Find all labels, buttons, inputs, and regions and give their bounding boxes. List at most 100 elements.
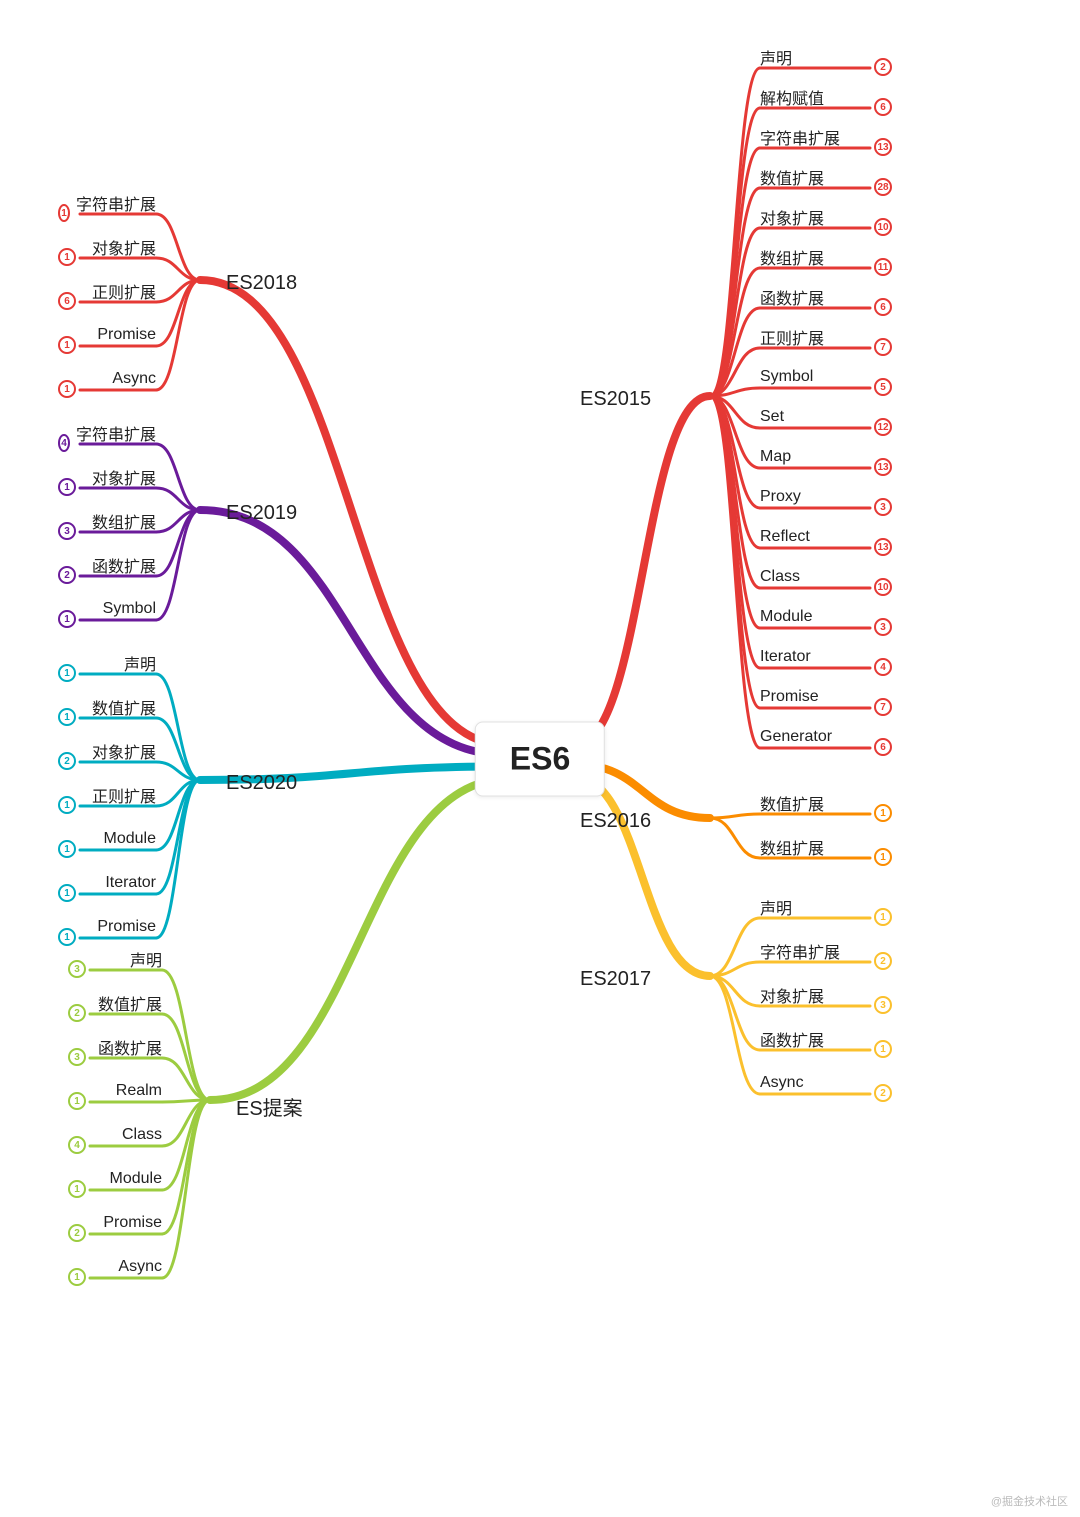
leaf-esproposal-5[interactable]: Module1: [68, 1169, 162, 1189]
leaf-label: 正则扩展: [92, 279, 156, 303]
leaf-es2015-6[interactable]: 函数扩展6: [760, 287, 892, 307]
leaf-es2017-4[interactable]: Async2: [760, 1073, 892, 1093]
leaf-es2017-2[interactable]: 对象扩展3: [760, 985, 892, 1005]
leaf-es2018-1[interactable]: 对象扩展1: [58, 237, 156, 257]
leaf-es2019-1[interactable]: 对象扩展1: [58, 467, 156, 487]
leaf-label: 对象扩展: [92, 739, 156, 763]
count-badge: 1: [58, 840, 76, 858]
leaf-es2015-17[interactable]: Generator6: [760, 727, 892, 747]
leaf-es2020-0[interactable]: 声明1: [58, 653, 156, 673]
count-badge: 5: [874, 378, 892, 396]
leaf-es2017-3[interactable]: 函数扩展1: [760, 1029, 892, 1049]
leaf-label: 数值扩展: [92, 695, 156, 719]
branch-es2018[interactable]: ES2018: [226, 272, 297, 295]
leaf-es2019-4[interactable]: Symbol1: [58, 599, 156, 619]
branch-es2017[interactable]: ES2017: [580, 968, 651, 991]
leaf-es2020-1[interactable]: 数值扩展1: [58, 697, 156, 717]
leaf-es2020-5[interactable]: Iterator1: [58, 873, 156, 893]
leaf-label: Async: [112, 370, 156, 388]
branch-es2020[interactable]: ES2020: [226, 772, 297, 795]
count-badge: 6: [58, 292, 76, 310]
branch-esproposal[interactable]: ES提案: [236, 1092, 303, 1121]
branch-es2016[interactable]: ES2016: [580, 810, 651, 833]
leaf-es2015-8[interactable]: Symbol5: [760, 367, 892, 387]
leaf-es2015-10[interactable]: Map13: [760, 447, 892, 467]
count-badge: 6: [874, 98, 892, 116]
count-badge: 1: [874, 804, 892, 822]
leaf-label: 正则扩展: [760, 325, 824, 349]
leaf-es2017-1[interactable]: 字符串扩展2: [760, 941, 892, 961]
leaf-es2020-3[interactable]: 正则扩展1: [58, 785, 156, 805]
count-badge: 2: [58, 566, 76, 584]
leaf-es2018-3[interactable]: Promise1: [58, 325, 156, 345]
leaf-label: 字符串扩展: [76, 191, 156, 215]
count-badge: 2: [874, 58, 892, 76]
leaf-es2016-1[interactable]: 数组扩展1: [760, 837, 892, 857]
leaf-label: Async: [118, 1258, 162, 1276]
leaf-label: 数组扩展: [760, 245, 824, 269]
leaf-es2018-2[interactable]: 正则扩展6: [58, 281, 156, 301]
count-badge: 1: [874, 908, 892, 926]
leaf-es2019-0[interactable]: 字符串扩展4: [58, 423, 156, 443]
leaf-es2015-5[interactable]: 数组扩展11: [760, 247, 892, 267]
count-badge: 1: [58, 664, 76, 682]
leaf-label: 对象扩展: [760, 205, 824, 229]
leaf-esproposal-7[interactable]: Async1: [68, 1257, 162, 1277]
leaf-es2015-15[interactable]: Iterator4: [760, 647, 892, 667]
leaf-label: Symbol: [760, 368, 813, 386]
count-badge: 2: [68, 1004, 86, 1022]
leaf-es2018-4[interactable]: Async1: [58, 369, 156, 389]
leaf-es2015-12[interactable]: Reflect13: [760, 527, 892, 547]
leaf-es2015-14[interactable]: Module3: [760, 607, 892, 627]
leaf-esproposal-3[interactable]: Realm1: [68, 1081, 162, 1101]
count-badge: 6: [874, 298, 892, 316]
leaf-label: Module: [760, 608, 812, 626]
leaf-es2015-9[interactable]: Set12: [760, 407, 892, 427]
count-badge: 4: [874, 658, 892, 676]
leaf-es2019-3[interactable]: 函数扩展2: [58, 555, 156, 575]
leaf-es2020-2[interactable]: 对象扩展2: [58, 741, 156, 761]
leaf-es2015-0[interactable]: 声明2: [760, 47, 892, 67]
leaf-label: Symbol: [103, 600, 156, 618]
branch-es2019[interactable]: ES2019: [226, 502, 297, 525]
leaf-esproposal-2[interactable]: 函数扩展3: [68, 1037, 162, 1057]
leaf-es2015-13[interactable]: Class10: [760, 567, 892, 587]
leaf-esproposal-6[interactable]: Promise2: [68, 1213, 162, 1233]
leaf-label: 对象扩展: [760, 983, 824, 1007]
center-node[interactable]: ES6: [475, 721, 605, 796]
leaf-es2015-1[interactable]: 解构赋值6: [760, 87, 892, 107]
leaf-esproposal-1[interactable]: 数值扩展2: [68, 993, 162, 1013]
leaf-es2016-0[interactable]: 数值扩展1: [760, 793, 892, 813]
count-badge: 3: [874, 996, 892, 1014]
leaf-es2020-4[interactable]: Module1: [58, 829, 156, 849]
leaf-es2015-16[interactable]: Promise7: [760, 687, 892, 707]
count-badge: 13: [874, 458, 892, 476]
leaf-label: Realm: [116, 1082, 162, 1100]
count-badge: 2: [874, 952, 892, 970]
leaf-esproposal-4[interactable]: Class4: [68, 1125, 162, 1145]
leaf-es2018-0[interactable]: 字符串扩展1: [58, 193, 156, 213]
leaf-label: 声明: [760, 45, 792, 69]
leaf-es2015-3[interactable]: 数值扩展28: [760, 167, 892, 187]
count-badge: 1: [58, 336, 76, 354]
leaf-es2017-0[interactable]: 声明1: [760, 897, 892, 917]
branch-es2015[interactable]: ES2015: [580, 388, 651, 411]
count-badge: 1: [58, 928, 76, 946]
count-badge: 1: [58, 796, 76, 814]
leaf-label: 函数扩展: [760, 285, 824, 309]
leaf-es2019-2[interactable]: 数组扩展3: [58, 511, 156, 531]
count-badge: 3: [874, 498, 892, 516]
leaf-es2015-7[interactable]: 正则扩展7: [760, 327, 892, 347]
leaf-es2015-2[interactable]: 字符串扩展13: [760, 127, 892, 147]
leaf-label: 数值扩展: [760, 165, 824, 189]
leaf-label: 数组扩展: [92, 509, 156, 533]
leaf-label: 正则扩展: [92, 783, 156, 807]
leaf-es2020-6[interactable]: Promise1: [58, 917, 156, 937]
leaf-es2015-4[interactable]: 对象扩展10: [760, 207, 892, 227]
leaf-label: Class: [122, 1126, 162, 1144]
leaf-es2015-11[interactable]: Proxy3: [760, 487, 892, 507]
leaf-label: 声明: [760, 895, 792, 919]
leaf-esproposal-0[interactable]: 声明3: [68, 949, 162, 969]
count-badge: 7: [874, 698, 892, 716]
leaf-label: 字符串扩展: [760, 939, 840, 963]
